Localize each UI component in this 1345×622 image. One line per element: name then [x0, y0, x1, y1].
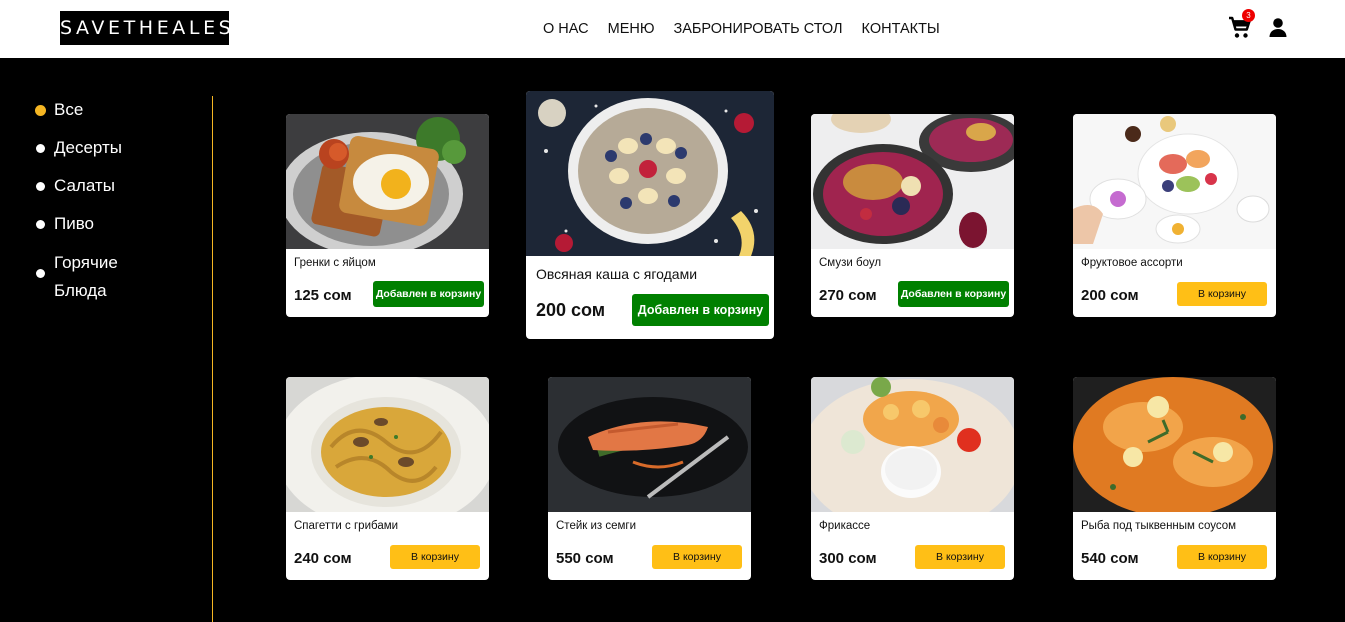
product-card: Гренки с яйцом 125 сом Добавлен в корзин…	[286, 114, 489, 317]
product-card: Спагетти с грибами 240 сом В корзину	[286, 377, 489, 580]
product-card: Овсяная каша с ягодами 200 сом Добавлен …	[526, 91, 774, 339]
product-price: 240 сом	[294, 550, 352, 567]
add-to-cart-button[interactable]: В корзину	[1177, 545, 1267, 569]
product-photo	[1073, 377, 1276, 512]
category-label: Пиво	[54, 214, 95, 233]
category-hot-dishes[interactable]: Горячие Блюда	[36, 249, 118, 305]
category-label: Все	[54, 100, 84, 119]
added-to-cart-button[interactable]: Добавлен в корзину	[632, 294, 769, 326]
product-name: Овсяная каша с ягодами	[536, 266, 698, 282]
product-name: Фрикассе	[819, 520, 871, 532]
category-dot-icon	[36, 182, 45, 191]
product-card: Рыба под тыквенным соусом 540 сом В корз…	[1073, 377, 1276, 580]
product-name: Стейк из семги	[556, 520, 637, 532]
nav-about[interactable]: О НАС	[543, 21, 589, 37]
product-photo	[811, 377, 1014, 512]
sidebar-divider	[212, 96, 213, 622]
product-price: 550 сом	[556, 550, 614, 567]
product-name: Рыба под тыквенным соусом	[1081, 520, 1237, 532]
product-price: 270 сом	[819, 287, 877, 304]
category-label: Салаты	[54, 176, 115, 195]
category-label: Десерты	[54, 138, 123, 157]
nav-contacts[interactable]: КОНТАКТЫ	[862, 21, 940, 37]
product-name: Спагетти с грибами	[294, 520, 399, 532]
category-dot-icon	[36, 269, 45, 278]
added-to-cart-button[interactable]: Добавлен в корзину	[373, 281, 484, 307]
add-to-cart-button[interactable]: В корзину	[915, 545, 1005, 569]
category-salads[interactable]: Салаты	[36, 172, 115, 200]
product-card: Стейк из семги 550 сом В корзину	[548, 377, 751, 580]
product-photo	[1073, 114, 1276, 249]
main-nav: О НАС МЕНЮ ЗАБРОНИРОВАТЬ СТОЛ КОНТАКТЫ	[543, 0, 940, 58]
add-to-cart-button[interactable]: В корзину	[652, 545, 742, 569]
product-name: Фруктовое ассорти	[1081, 257, 1183, 269]
category-all[interactable]: Все	[35, 96, 84, 124]
nav-book-table[interactable]: ЗАБРОНИРОВАТЬ СТОЛ	[673, 21, 842, 37]
category-dot-icon	[36, 144, 45, 153]
category-label: Горячие Блюда	[54, 253, 118, 300]
product-price: 300 сом	[819, 550, 877, 567]
product-price: 200 сом	[1081, 287, 1139, 304]
product-card: Фруктовое ассорти 200 сом В корзину	[1073, 114, 1276, 317]
category-beer[interactable]: Пиво	[36, 210, 94, 238]
product-photo	[286, 377, 489, 512]
logo[interactable]: SAVETHEALES	[60, 11, 231, 45]
product-photo	[526, 91, 774, 256]
product-photo	[286, 114, 489, 249]
product-price: 125 сом	[294, 287, 352, 304]
site-header: SAVETHEALES О НАС МЕНЮ ЗАБРОНИРОВАТЬ СТО…	[0, 0, 1345, 58]
category-dot-icon	[36, 220, 45, 229]
product-name: Гренки с яйцом	[294, 257, 376, 269]
product-photo	[548, 377, 751, 512]
add-to-cart-button[interactable]: В корзину	[390, 545, 480, 569]
product-card: Фрикассе 300 сом В корзину	[811, 377, 1014, 580]
category-desserts[interactable]: Десерты	[36, 134, 122, 162]
product-card: Смузи боул 270 сом Добавлен в корзину	[811, 114, 1014, 317]
product-photo	[811, 114, 1014, 249]
cart-count-badge: 3	[1242, 9, 1255, 22]
category-dot-icon	[35, 105, 46, 116]
product-price: 200 сом	[536, 300, 606, 320]
added-to-cart-button[interactable]: Добавлен в корзину	[898, 281, 1009, 307]
product-name: Смузи боул	[819, 257, 882, 269]
user-icon[interactable]	[1268, 17, 1288, 39]
product-price: 540 сом	[1081, 550, 1139, 567]
nav-menu[interactable]: МЕНЮ	[608, 21, 655, 37]
add-to-cart-button[interactable]: В корзину	[1177, 282, 1267, 306]
